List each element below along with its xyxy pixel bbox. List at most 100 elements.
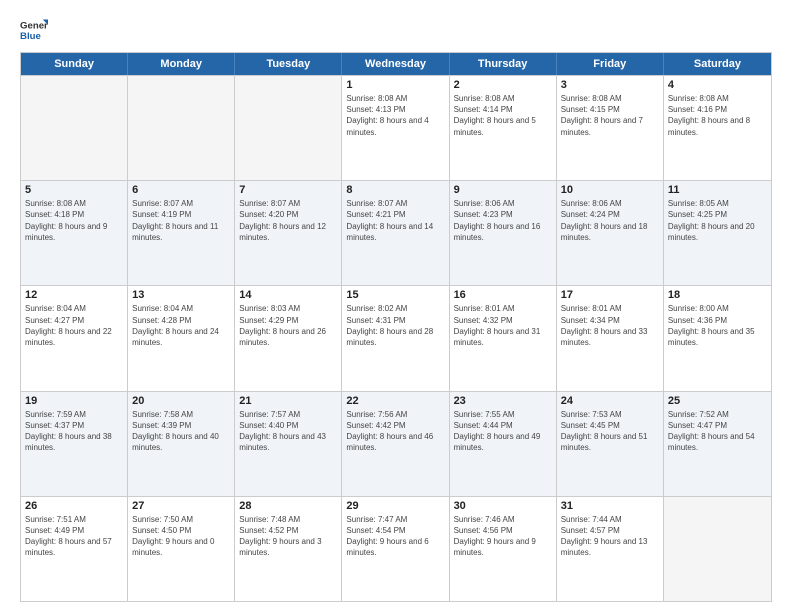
empty-cell-0-2 [235, 76, 342, 180]
day-cell-18: 18 Sunrise: 8:00 AMSunset: 4:36 PMDayligh… [664, 286, 771, 390]
day-cell-20: 20Sunrise: 7:58 AMSunset: 4:39 PMDayligh… [128, 392, 235, 496]
day-cell-21: 21 Sunrise: 7:57 AMSunset: 4:40 PMDayligh… [235, 392, 342, 496]
day-info: Sunrise: 8:03 AMSunset: 4:29 PMDaylight:… [239, 303, 337, 348]
weekday-header-monday: Monday [128, 53, 235, 75]
calendar-body: 1 Sunrise: 8:08 AMSunset: 4:13 PMDaylight… [21, 75, 771, 601]
day-cell-5: 5 Sunrise: 8:08 AMSunset: 4:18 PMDaylight… [21, 181, 128, 285]
day-number: 6 [132, 184, 230, 196]
day-info: Sunrise: 8:08 AMSunset: 4:16 PMDaylight:… [668, 93, 767, 138]
day-info: Sunrise: 8:00 AMSunset: 4:36 PMDaylight:… [668, 303, 767, 348]
day-info: Sunrise: 7:52 AMSunset: 4:47 PMDaylight:… [668, 409, 767, 454]
day-info: Sunrise: 8:01 AMSunset: 4:34 PMDaylight:… [561, 303, 659, 348]
day-cell-25: 25 Sunrise: 7:52 AMSunset: 4:47 PMDayligh… [664, 392, 771, 496]
page-header: General Blue [20, 16, 772, 44]
calendar-row-1: 5 Sunrise: 8:08 AMSunset: 4:18 PMDaylight… [21, 180, 771, 285]
day-info: Sunrise: 7:48 AMSunset: 4:52 PMDaylight:… [239, 514, 337, 559]
day-cell-23: 23Sunrise: 7:55 AMSunset: 4:44 PMDayligh… [450, 392, 557, 496]
day-number: 24 [561, 395, 659, 407]
day-info: Sunrise: 8:08 AMSunset: 4:18 PMDaylight:… [25, 198, 123, 243]
day-info: Sunrise: 7:57 AMSunset: 4:40 PMDaylight:… [239, 409, 337, 454]
day-cell-3: 3 Sunrise: 8:08 AMSunset: 4:15 PMDaylight… [557, 76, 664, 180]
day-number: 3 [561, 79, 659, 91]
day-cell-7: 7Sunrise: 8:07 AMSunset: 4:20 PMDaylight… [235, 181, 342, 285]
day-info: Sunrise: 7:50 AMSunset: 4:50 PMDaylight:… [132, 514, 230, 559]
day-number: 8 [346, 184, 444, 196]
day-number: 18 [668, 289, 767, 301]
day-info: Sunrise: 8:06 AMSunset: 4:24 PMDaylight:… [561, 198, 659, 243]
day-number: 5 [25, 184, 123, 196]
day-cell-16: 16Sunrise: 8:01 AMSunset: 4:32 PMDayligh… [450, 286, 557, 390]
day-info: Sunrise: 8:04 AMSunset: 4:28 PMDaylight:… [132, 303, 230, 348]
day-number: 31 [561, 500, 659, 512]
day-number: 28 [239, 500, 337, 512]
day-cell-10: 10 Sunrise: 8:06 AMSunset: 4:24 PMDayligh… [557, 181, 664, 285]
day-info: Sunrise: 8:02 AMSunset: 4:31 PMDaylight:… [346, 303, 444, 348]
day-cell-4: 4 Sunrise: 8:08 AMSunset: 4:16 PMDaylight… [664, 76, 771, 180]
day-info: Sunrise: 7:56 AMSunset: 4:42 PMDaylight:… [346, 409, 444, 454]
day-info: Sunrise: 7:46 AMSunset: 4:56 PMDaylight:… [454, 514, 552, 559]
day-cell-17: 17Sunrise: 8:01 AMSunset: 4:34 PMDayligh… [557, 286, 664, 390]
day-number: 12 [25, 289, 123, 301]
day-number: 1 [346, 79, 444, 91]
day-number: 2 [454, 79, 552, 91]
svg-text:Blue: Blue [20, 31, 41, 42]
day-number: 29 [346, 500, 444, 512]
day-info: Sunrise: 7:51 AMSunset: 4:49 PMDaylight:… [25, 514, 123, 559]
day-number: 26 [25, 500, 123, 512]
empty-cell-4-6 [664, 497, 771, 601]
day-cell-26: 26 Sunrise: 7:51 AMSunset: 4:49 PMDayligh… [21, 497, 128, 601]
day-info: Sunrise: 8:07 AMSunset: 4:20 PMDaylight:… [239, 198, 337, 243]
svg-text:General: General [20, 20, 48, 31]
calendar-row-4: 26 Sunrise: 7:51 AMSunset: 4:49 PMDayligh… [21, 496, 771, 601]
weekday-header-thursday: Thursday [450, 53, 557, 75]
day-cell-2: 2Sunrise: 8:08 AMSunset: 4:14 PMDaylight… [450, 76, 557, 180]
day-cell-13: 13 Sunrise: 8:04 AMSunset: 4:28 PMDayligh… [128, 286, 235, 390]
day-number: 25 [668, 395, 767, 407]
day-cell-6: 6 Sunrise: 8:07 AMSunset: 4:19 PMDaylight… [128, 181, 235, 285]
day-number: 10 [561, 184, 659, 196]
day-info: Sunrise: 7:59 AMSunset: 4:37 PMDaylight:… [25, 409, 123, 454]
day-number: 21 [239, 395, 337, 407]
calendar-header: SundayMondayTuesdayWednesdayThursdayFrid… [21, 53, 771, 75]
day-number: 14 [239, 289, 337, 301]
day-info: Sunrise: 8:07 AMSunset: 4:21 PMDaylight:… [346, 198, 444, 243]
empty-cell-0-1 [128, 76, 235, 180]
calendar-row-2: 12 Sunrise: 8:04 AMSunset: 4:27 PMDayligh… [21, 285, 771, 390]
day-number: 27 [132, 500, 230, 512]
weekday-header-saturday: Saturday [664, 53, 771, 75]
day-cell-11: 11Sunrise: 8:05 AMSunset: 4:25 PMDayligh… [664, 181, 771, 285]
day-cell-27: 27 Sunrise: 7:50 AMSunset: 4:50 PMDayligh… [128, 497, 235, 601]
day-number: 4 [668, 79, 767, 91]
day-cell-14: 14 Sunrise: 8:03 AMSunset: 4:29 PMDayligh… [235, 286, 342, 390]
day-info: Sunrise: 8:07 AMSunset: 4:19 PMDaylight:… [132, 198, 230, 243]
day-number: 22 [346, 395, 444, 407]
weekday-header-wednesday: Wednesday [342, 53, 449, 75]
day-cell-30: 30Sunrise: 7:46 AMSunset: 4:56 PMDayligh… [450, 497, 557, 601]
day-info: Sunrise: 8:06 AMSunset: 4:23 PMDaylight:… [454, 198, 552, 243]
day-info: Sunrise: 7:58 AMSunset: 4:39 PMDaylight:… [132, 409, 230, 454]
day-info: Sunrise: 8:04 AMSunset: 4:27 PMDaylight:… [25, 303, 123, 348]
day-info: Sunrise: 8:01 AMSunset: 4:32 PMDaylight:… [454, 303, 552, 348]
weekday-header-tuesday: Tuesday [235, 53, 342, 75]
day-cell-12: 12 Sunrise: 8:04 AMSunset: 4:27 PMDayligh… [21, 286, 128, 390]
day-info: Sunrise: 8:08 AMSunset: 4:15 PMDaylight:… [561, 93, 659, 138]
day-info: Sunrise: 8:05 AMSunset: 4:25 PMDaylight:… [668, 198, 767, 243]
day-info: Sunrise: 7:53 AMSunset: 4:45 PMDaylight:… [561, 409, 659, 454]
day-info: Sunrise: 8:08 AMSunset: 4:13 PMDaylight:… [346, 93, 444, 138]
day-cell-8: 8 Sunrise: 8:07 AMSunset: 4:21 PMDaylight… [342, 181, 449, 285]
logo: General Blue [20, 16, 48, 44]
day-cell-29: 29 Sunrise: 7:47 AMSunset: 4:54 PMDayligh… [342, 497, 449, 601]
day-cell-24: 24 Sunrise: 7:53 AMSunset: 4:45 PMDayligh… [557, 392, 664, 496]
day-number: 13 [132, 289, 230, 301]
day-number: 9 [454, 184, 552, 196]
weekday-header-friday: Friday [557, 53, 664, 75]
day-cell-19: 19Sunrise: 7:59 AMSunset: 4:37 PMDayligh… [21, 392, 128, 496]
calendar-row-3: 19Sunrise: 7:59 AMSunset: 4:37 PMDayligh… [21, 391, 771, 496]
day-cell-22: 22 Sunrise: 7:56 AMSunset: 4:42 PMDayligh… [342, 392, 449, 496]
day-info: Sunrise: 7:44 AMSunset: 4:57 PMDaylight:… [561, 514, 659, 559]
day-info: Sunrise: 7:47 AMSunset: 4:54 PMDaylight:… [346, 514, 444, 559]
calendar: SundayMondayTuesdayWednesdayThursdayFrid… [20, 52, 772, 602]
weekday-header-sunday: Sunday [21, 53, 128, 75]
empty-cell-0-0 [21, 76, 128, 180]
day-cell-1: 1 Sunrise: 8:08 AMSunset: 4:13 PMDaylight… [342, 76, 449, 180]
